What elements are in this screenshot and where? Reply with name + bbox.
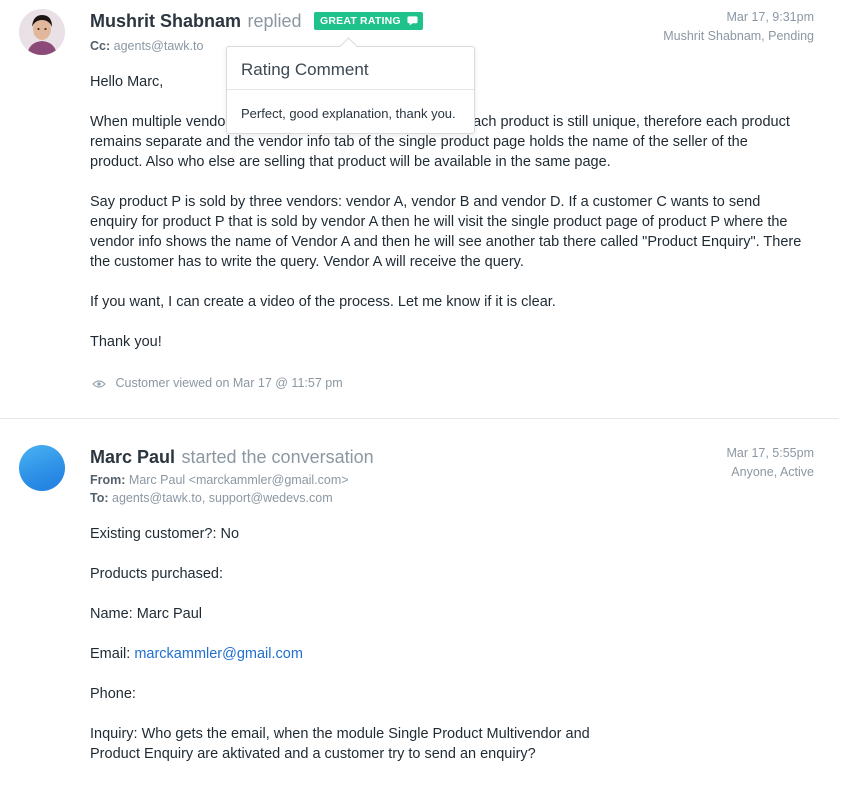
author-name[interactable]: Marc Paul bbox=[90, 447, 175, 467]
message-meta: Mar 17, 5:55pm Anyone, Active bbox=[726, 444, 814, 482]
eye-icon bbox=[92, 380, 106, 388]
thread-divider bbox=[0, 418, 839, 419]
message-start: Marc Paul started the conversation Mar 1… bbox=[0, 420, 853, 789]
paragraph: Thank you! bbox=[90, 334, 162, 350]
rating-comment-popover: Rating Comment Perfect, good explanation… bbox=[226, 37, 475, 134]
email-label: Email: bbox=[90, 646, 131, 662]
rating-badge[interactable]: GREAT RATING bbox=[313, 12, 423, 30]
message-header: Mushrit Shabnam replied GREAT RATING bbox=[90, 11, 423, 32]
popover-comment: Perfect, good explanation, thank you. bbox=[241, 106, 456, 121]
author-name[interactable]: Mushrit Shabnam bbox=[90, 11, 241, 31]
field-existing-customer: Existing customer?: No bbox=[90, 526, 240, 542]
message-reply: Mushrit Shabnam replied GREAT RATING Mar… bbox=[0, 0, 853, 419]
from-value: Marc Paul <marckammler@gmail.com> bbox=[128, 473, 349, 487]
field-phone: Phone: bbox=[90, 686, 136, 702]
chat-bubble-icon bbox=[407, 16, 418, 26]
from-line: From: Marc Paul <marckammler@gmail.com> bbox=[90, 471, 349, 489]
avatar[interactable] bbox=[19, 445, 65, 491]
to-value: agents@tawk.to, support@wedevs.com bbox=[112, 491, 333, 505]
rating-badge-label: GREAT RATING bbox=[319, 15, 401, 27]
to-label: To: bbox=[90, 491, 109, 505]
field-products-purchased: Products purchased: bbox=[90, 566, 223, 582]
agent-avatar-photo bbox=[19, 9, 65, 55]
popover-arrow bbox=[339, 37, 358, 56]
message-meta: Mar 17, 9:31pm Mushrit Shabnam, Pending bbox=[663, 8, 814, 46]
paragraph: If you want, I can create a video of the… bbox=[90, 294, 556, 310]
paragraph: Say product P is sold by three vendors: … bbox=[90, 194, 802, 270]
cc-label: Cc: bbox=[90, 39, 111, 53]
popover-title: Rating Comment bbox=[241, 60, 369, 79]
message-body: Existing customer?: No Products purchase… bbox=[90, 524, 802, 784]
avatar[interactable] bbox=[19, 9, 65, 55]
message-date: Mar 17, 9:31pm bbox=[726, 10, 814, 24]
cc-value: agents@tawk.to bbox=[113, 39, 204, 53]
message-status: Mushrit Shabnam, Pending bbox=[663, 29, 814, 43]
viewed-status: Customer viewed on Mar 17 @ 11:57 pm bbox=[92, 376, 343, 390]
message-date: Mar 17, 5:55pm bbox=[726, 446, 814, 460]
viewed-text: Customer viewed on Mar 17 @ 11:57 pm bbox=[115, 376, 343, 390]
message-header: Marc Paul started the conversation bbox=[90, 447, 374, 468]
message-status: Anyone, Active bbox=[731, 465, 814, 479]
email-link[interactable]: marckammler@gmail.com bbox=[134, 646, 303, 662]
popover-divider bbox=[227, 89, 474, 90]
address-lines: From: Marc Paul <marckammler@gmail.com> … bbox=[90, 471, 349, 507]
from-label: From: bbox=[90, 473, 126, 487]
field-name: Name: Marc Paul bbox=[90, 606, 203, 622]
to-line: To: agents@tawk.to, support@wedevs.com bbox=[90, 489, 349, 507]
field-email: Email: marckammler@gmail.com bbox=[90, 644, 802, 664]
action-text: replied bbox=[247, 11, 302, 31]
field-inquiry: Inquiry: Who gets the email, when the mo… bbox=[90, 726, 590, 762]
action-text: started the conversation bbox=[181, 447, 374, 467]
cc-line: Cc: agents@tawk.to bbox=[90, 37, 203, 55]
